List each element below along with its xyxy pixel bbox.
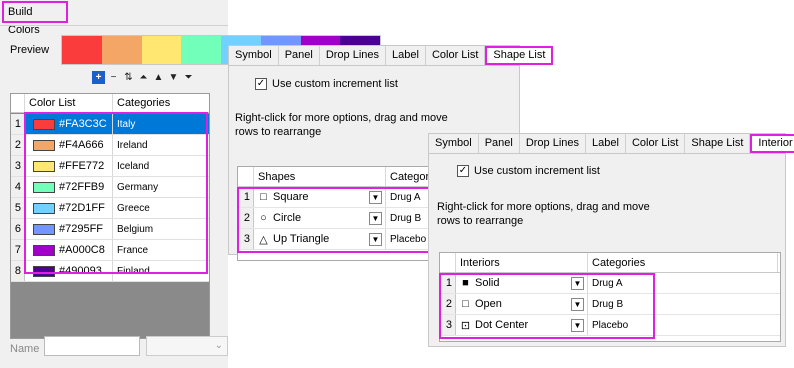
preview-label: Preview <box>10 44 50 56</box>
rearrange-note: Right-click for more options, drag and m… <box>437 200 650 228</box>
column-header-categories[interactable]: Categories <box>113 94 209 112</box>
checkbox-label: Use custom increment list <box>474 165 600 177</box>
column-header-categories[interactable]: Categories <box>588 253 778 272</box>
tab-panel[interactable]: Panel <box>279 46 320 65</box>
color-grid-header: Color List Categories <box>11 94 209 113</box>
tab-drop-lines[interactable]: Drop Lines <box>520 134 587 153</box>
tab-color-list[interactable]: Color List <box>626 134 686 153</box>
name-select[interactable]: ⌄ <box>146 336 228 356</box>
row-number: 1 <box>11 114 25 134</box>
row-number: 7 <box>11 240 25 260</box>
column-header-color-list[interactable]: Color List <box>25 94 113 112</box>
checkbox-icon: ✓ <box>457 165 469 177</box>
use-custom-increment-checkbox[interactable]: ✓ Use custom increment list <box>457 165 600 177</box>
name-input[interactable] <box>44 336 140 356</box>
row-number: 2 <box>11 135 25 155</box>
build-colors-title: Build Colors <box>2 1 68 36</box>
row-number: 3 <box>11 156 25 176</box>
chevron-down-icon: ⌄ <box>214 340 223 351</box>
move-bottom-icon[interactable]: ⏷ <box>182 71 195 84</box>
tab-label[interactable]: Label <box>386 46 426 65</box>
column-header-interiors[interactable]: Interiors <box>456 253 588 272</box>
shape-panel-tabs: Symbol Panel Drop Lines Label Color List Shap… <box>229 46 554 66</box>
name-label: Name <box>10 343 40 355</box>
remove-icon[interactable]: − <box>107 71 120 84</box>
rearrange-note: Right-click for more options, drag and m… <box>235 111 448 139</box>
title-divider <box>0 25 228 26</box>
preview-swatch <box>181 36 221 64</box>
tab-symbol[interactable]: Symbol <box>229 46 279 65</box>
row-number: 8 <box>11 261 25 281</box>
move-top-icon[interactable]: ⏶ <box>137 71 150 84</box>
use-custom-increment-checkbox[interactable]: ✓ Use custom increment list <box>255 78 398 90</box>
row-number: 4 <box>11 177 25 197</box>
tab-shape-list[interactable]: Shape List <box>685 134 751 153</box>
row-number-header <box>11 94 25 112</box>
add-icon[interactable]: + <box>92 71 105 84</box>
interior-list-panel: Symbol Panel Drop Lines Label Color List Shap… <box>428 133 794 347</box>
note-line-1: Right-click for more options, drag and m… <box>437 201 650 213</box>
tab-panel[interactable]: Panel <box>479 134 520 153</box>
interior-list-highlight <box>439 273 655 339</box>
move-up-icon[interactable]: ▲ <box>152 71 165 84</box>
preview-swatch <box>101 36 142 64</box>
interior-grid-header: Interiors Categories <box>440 253 780 273</box>
checkbox-label: Use custom increment list <box>272 78 398 90</box>
tab-drop-lines[interactable]: Drop Lines <box>320 46 387 65</box>
preview-swatch <box>141 36 182 64</box>
list-toolbar: + − ⇅ ⏶ ▲ ▼ ⏷ <box>92 71 195 84</box>
interior-panel-tabs: Symbol Panel Drop Lines Label Color List Shap… <box>429 134 794 154</box>
color-list-highlight <box>24 112 208 274</box>
tab-shape-list[interactable]: Shape List <box>485 46 554 65</box>
row-number: 6 <box>11 219 25 239</box>
note-line-2: rows to rearrange <box>437 215 524 227</box>
row-number-header <box>440 253 456 272</box>
row-number-header <box>238 167 254 186</box>
checkbox-icon: ✓ <box>255 78 267 90</box>
sort-icon[interactable]: ⇅ <box>122 71 135 84</box>
column-header-shapes[interactable]: Shapes <box>254 167 386 186</box>
tab-label[interactable]: Label <box>586 134 626 153</box>
move-down-icon[interactable]: ▼ <box>167 71 180 84</box>
note-line-2: rows to rearrange <box>235 126 322 138</box>
preview-swatch <box>62 36 102 64</box>
tab-interior-list[interactable]: Interior List <box>750 134 794 153</box>
note-line-1: Right-click for more options, drag and m… <box>235 112 448 124</box>
tab-color-list[interactable]: Color List <box>426 46 486 65</box>
shape-list-highlight <box>237 187 432 253</box>
row-number: 5 <box>11 198 25 218</box>
tab-symbol[interactable]: Symbol <box>429 134 479 153</box>
